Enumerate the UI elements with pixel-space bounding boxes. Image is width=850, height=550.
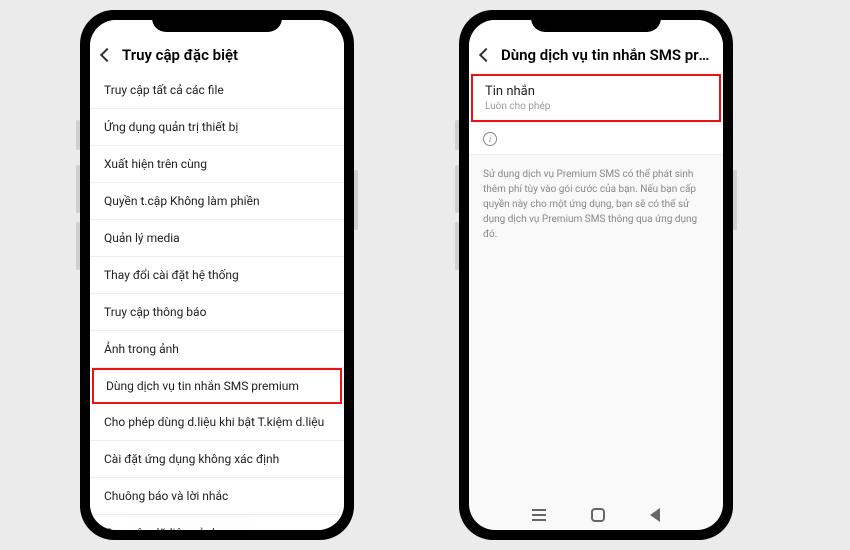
list-item[interactable]: Thay đổi cài đặt hệ thống <box>90 257 344 294</box>
screen-right: Dùng dịch vụ tin nhắn SMS pre… Tin nhắn … <box>469 20 723 530</box>
info-icon: i <box>483 132 497 146</box>
app-item-title: Tin nhắn <box>485 84 707 99</box>
list-item[interactable]: Cài đặt ứng dụng không xác định <box>90 441 344 478</box>
list-item[interactable]: Quản lý media <box>90 220 344 257</box>
screen-left: Truy cập đặc biệt Truy cập tất cả các fi… <box>90 20 344 530</box>
phone-notch <box>152 10 282 32</box>
side-button <box>455 165 459 213</box>
phone-notch <box>531 10 661 32</box>
list-item[interactable]: Ứng dụng quản trị thiết bị <box>90 109 344 146</box>
nav-bar <box>469 500 723 530</box>
list-item[interactable]: Truy cập dữ liệu sử dụng <box>90 515 344 530</box>
description-text: Sử dụng dịch vụ Premium SMS có thể phát … <box>469 155 723 254</box>
side-button <box>76 165 80 213</box>
list-item[interactable]: Chuông báo và lời nhắc <box>90 478 344 515</box>
list-item-sms-premium[interactable]: Dùng dịch vụ tin nhắn SMS premium <box>92 368 342 404</box>
side-button <box>76 222 80 270</box>
nav-recent-icon[interactable] <box>532 514 546 516</box>
list-item[interactable]: Truy cập tất cả các file <box>90 72 344 109</box>
list-item[interactable]: Truy cập thông báo <box>90 294 344 331</box>
side-button <box>354 170 358 230</box>
back-icon[interactable] <box>100 48 114 62</box>
page-title: Dùng dịch vụ tin nhắn SMS pre… <box>501 46 711 64</box>
settings-list[interactable]: Truy cập tất cả các file Ứng dụng quản t… <box>90 72 344 530</box>
list-item[interactable]: Ảnh trong ảnh <box>90 331 344 368</box>
nav-home-icon[interactable] <box>591 508 605 522</box>
side-button <box>76 120 80 150</box>
list-item[interactable]: Cho phép dùng d.liệu khi bật T.kiệm d.li… <box>90 404 344 441</box>
nav-back-icon[interactable] <box>650 508 660 522</box>
app-item-subtitle: Luôn cho phép <box>485 101 707 112</box>
list-item[interactable]: Xuất hiện trên cùng <box>90 146 344 183</box>
side-button <box>733 170 737 230</box>
list-item[interactable]: Quyền t.cập Không làm phiền <box>90 183 344 220</box>
phone-frame-right: Dùng dịch vụ tin nhắn SMS pre… Tin nhắn … <box>459 10 733 540</box>
info-row: i <box>469 124 723 155</box>
side-button <box>455 222 459 270</box>
page-title: Truy cập đặc biệt <box>122 46 238 64</box>
side-button <box>455 120 459 150</box>
phone-frame-left: Truy cập đặc biệt Truy cập tất cả các fi… <box>80 10 354 540</box>
app-item-messages[interactable]: Tin nhắn Luôn cho phép <box>471 74 721 122</box>
back-icon[interactable] <box>479 48 493 62</box>
